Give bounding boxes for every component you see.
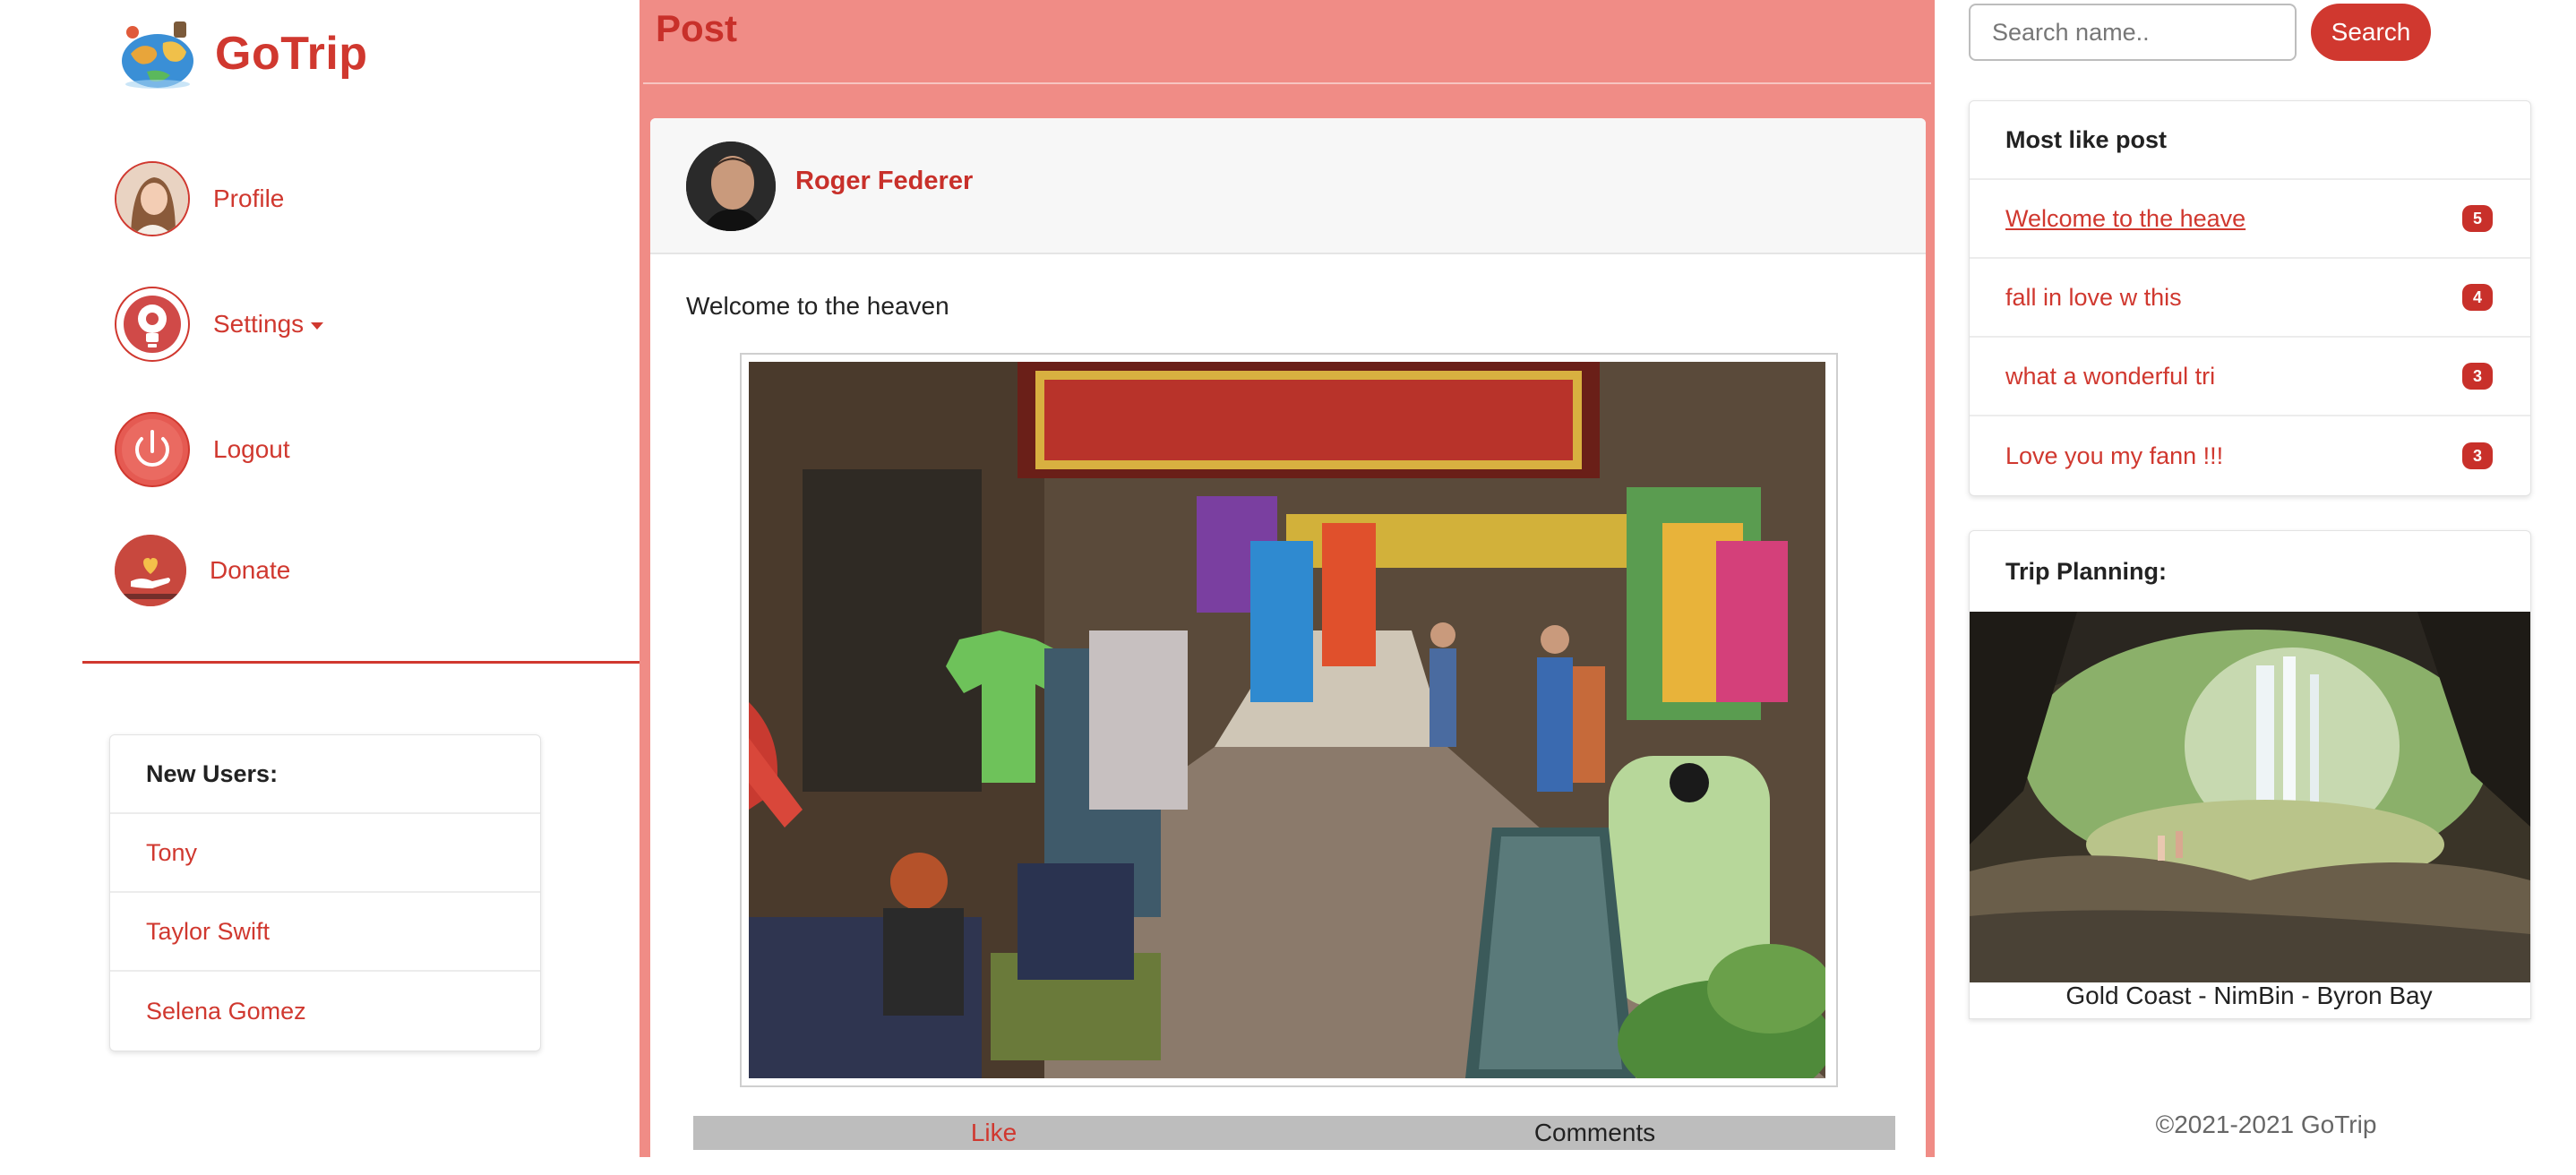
sidebar-divider [82, 661, 640, 664]
trip-planning-card: Trip Planning: [1969, 530, 2531, 1019]
post-text: Welcome to the heaven [686, 292, 949, 320]
globe-logo-icon [122, 21, 193, 89]
most-liked-card: Most like post Welcome to the heave 5 fa… [1969, 100, 2531, 496]
lightbulb-gear-icon [115, 287, 190, 362]
most-liked-item[interactable]: fall in love w this 4 [1970, 259, 2530, 338]
nav-donate[interactable]: Donate [115, 535, 290, 606]
brand[interactable]: GoTrip [111, 16, 368, 91]
power-icon [115, 412, 190, 487]
most-liked-item-title[interactable]: fall in love w this [2005, 284, 2182, 312]
new-users-card: New Users: Tony Taylor Swift Selena Gome… [109, 734, 541, 1051]
post-section-title: Post [656, 7, 738, 49]
nav-profile-label: Profile [213, 184, 285, 212]
hand-heart-icon [115, 535, 186, 606]
trip-image[interactable] [1970, 612, 2530, 982]
new-user-item[interactable]: Selena Gomez [110, 972, 540, 1051]
footer-copyright: ©2021-2021 GoTrip [2155, 1111, 2377, 1138]
new-users-title: New Users: [110, 735, 540, 814]
brand-name: GoTrip [215, 28, 368, 80]
post-image [749, 362, 1825, 1078]
nav-logout-label: Logout [213, 435, 290, 463]
profile-avatar [115, 161, 190, 236]
new-user-item[interactable]: Taylor Swift [110, 893, 540, 972]
most-liked-item[interactable]: Love you my fann !!! 3 [1970, 416, 2530, 495]
most-liked-item-title[interactable]: Love you my fann !!! [2005, 442, 2223, 470]
most-liked-item-title[interactable]: what a wonderful tri [2005, 363, 2215, 390]
post-header-divider [643, 82, 1931, 84]
most-liked-item[interactable]: what a wonderful tri 3 [1970, 338, 2530, 416]
search-button[interactable]: Search [2311, 4, 2431, 61]
comments-button[interactable]: Comments [1294, 1116, 1895, 1150]
nav-profile[interactable]: Profile [115, 161, 284, 236]
nav-logout[interactable]: Logout [115, 412, 290, 487]
like-count-badge: 3 [2462, 442, 2493, 469]
nav-settings-label: Settings [213, 310, 324, 339]
new-user-item[interactable]: Tony [110, 814, 540, 893]
trip-caption: Gold Coast - NimBin - Byron Bay [2065, 982, 2433, 1009]
like-count-badge: 3 [2462, 363, 2493, 390]
most-liked-item[interactable]: Welcome to the heave 5 [1970, 180, 2530, 259]
search-input[interactable] [1969, 4, 2297, 61]
chevron-down-icon [311, 322, 324, 330]
post-author[interactable]: Roger Federer [795, 167, 973, 196]
profile-photo-icon [116, 163, 188, 235]
author-photo-icon [686, 142, 776, 231]
most-liked-title: Most like post [1970, 101, 2530, 180]
author-avatar[interactable] [686, 142, 776, 231]
nav-donate-label: Donate [210, 556, 291, 584]
like-count-badge: 4 [2462, 284, 2493, 311]
like-count-badge: 5 [2462, 205, 2493, 232]
nav-settings[interactable]: Settings [115, 287, 324, 362]
trip-planning-title: Trip Planning: [2005, 557, 2167, 585]
most-liked-item-title[interactable]: Welcome to the heave [2005, 205, 2245, 233]
like-button[interactable]: Like [693, 1116, 1294, 1150]
post-actions: Like Comments [693, 1116, 1895, 1150]
